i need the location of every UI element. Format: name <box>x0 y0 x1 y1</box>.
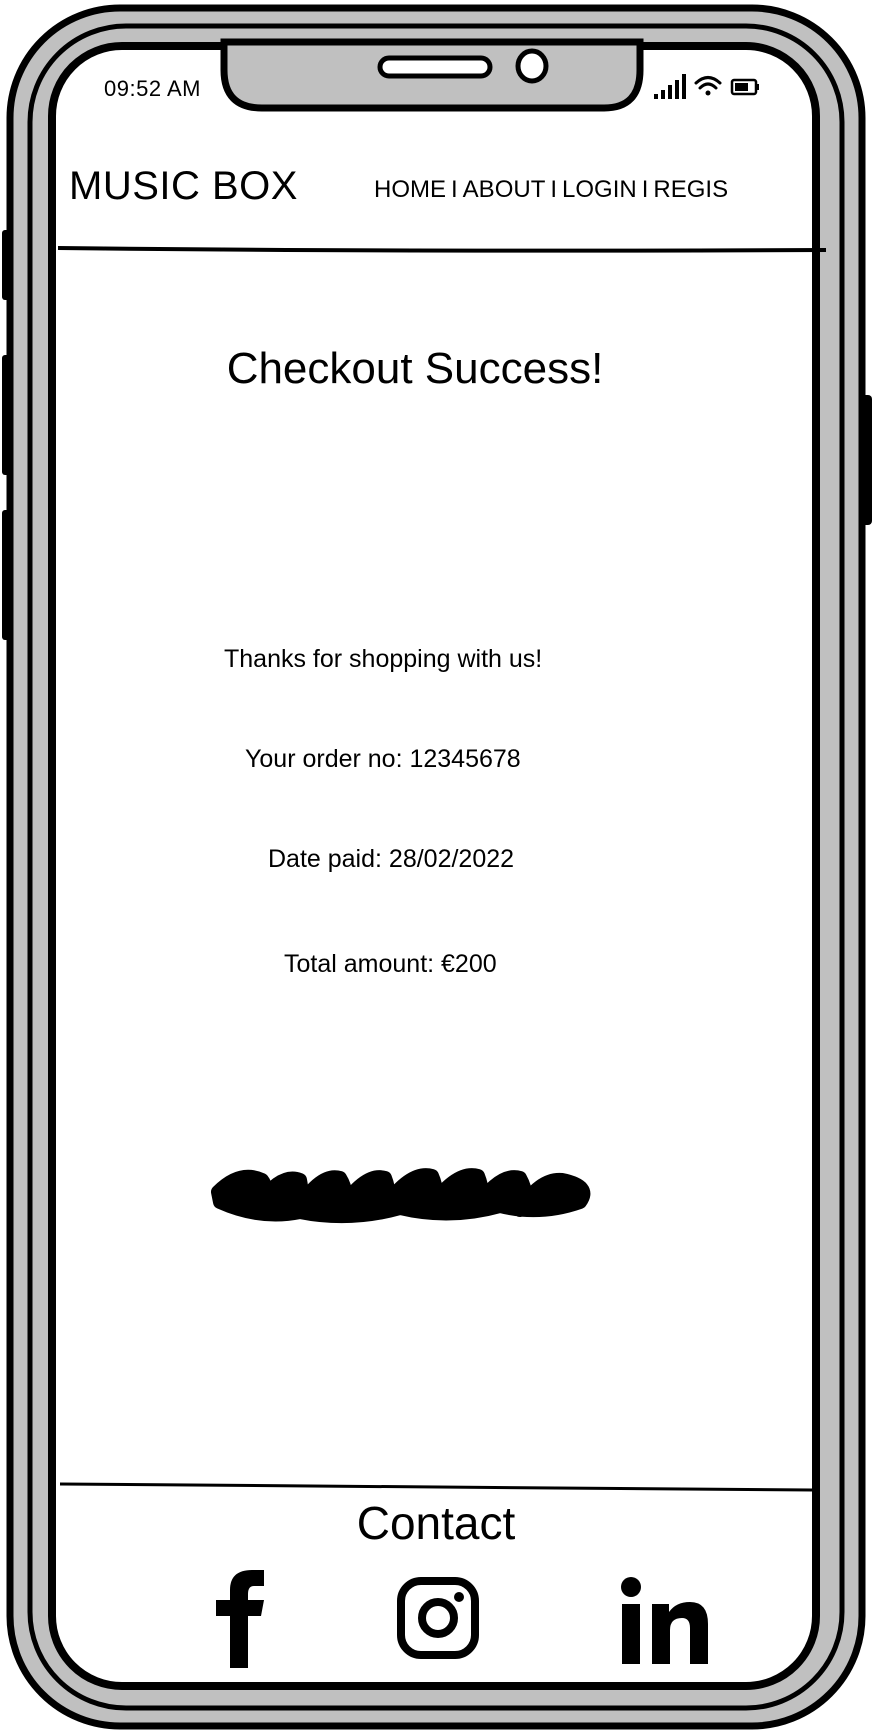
thanks-message: Thanks for shopping with us! <box>224 645 543 673</box>
nav-login[interactable]: LOGIN <box>562 176 637 204</box>
nav-about[interactable]: ABOUT <box>463 176 546 204</box>
nav-separator: I <box>641 176 649 203</box>
main-nav: HOME I ABOUT I LOGIN I REGIS <box>374 176 728 204</box>
brand-logo[interactable]: MUSIC BOX <box>69 164 298 209</box>
linkedin-icon[interactable] <box>620 1576 710 1666</box>
contact-heading: Contact <box>356 1497 516 1549</box>
signature-scribble <box>211 1168 591 1224</box>
nav-home[interactable]: HOME <box>374 176 446 204</box>
signal-icon <box>654 74 686 99</box>
status-icons <box>654 74 759 99</box>
date-paid: Date paid: 28/02/2022 <box>268 845 515 873</box>
battery-icon <box>730 78 759 96</box>
nav-separator: I <box>451 176 458 203</box>
facebook-icon[interactable] <box>210 1568 270 1668</box>
nav-register[interactable]: REGIS <box>653 176 728 204</box>
page-title: Checkout Success! <box>226 344 604 393</box>
instagram-icon[interactable] <box>396 1576 480 1660</box>
order-number: Your order no: 12345678 <box>245 745 521 773</box>
total-amount: Total amount: €200 <box>284 950 497 978</box>
status-time: 09:52 AM <box>104 76 201 101</box>
nav-separator: I <box>550 176 558 203</box>
wifi-icon <box>694 76 722 96</box>
